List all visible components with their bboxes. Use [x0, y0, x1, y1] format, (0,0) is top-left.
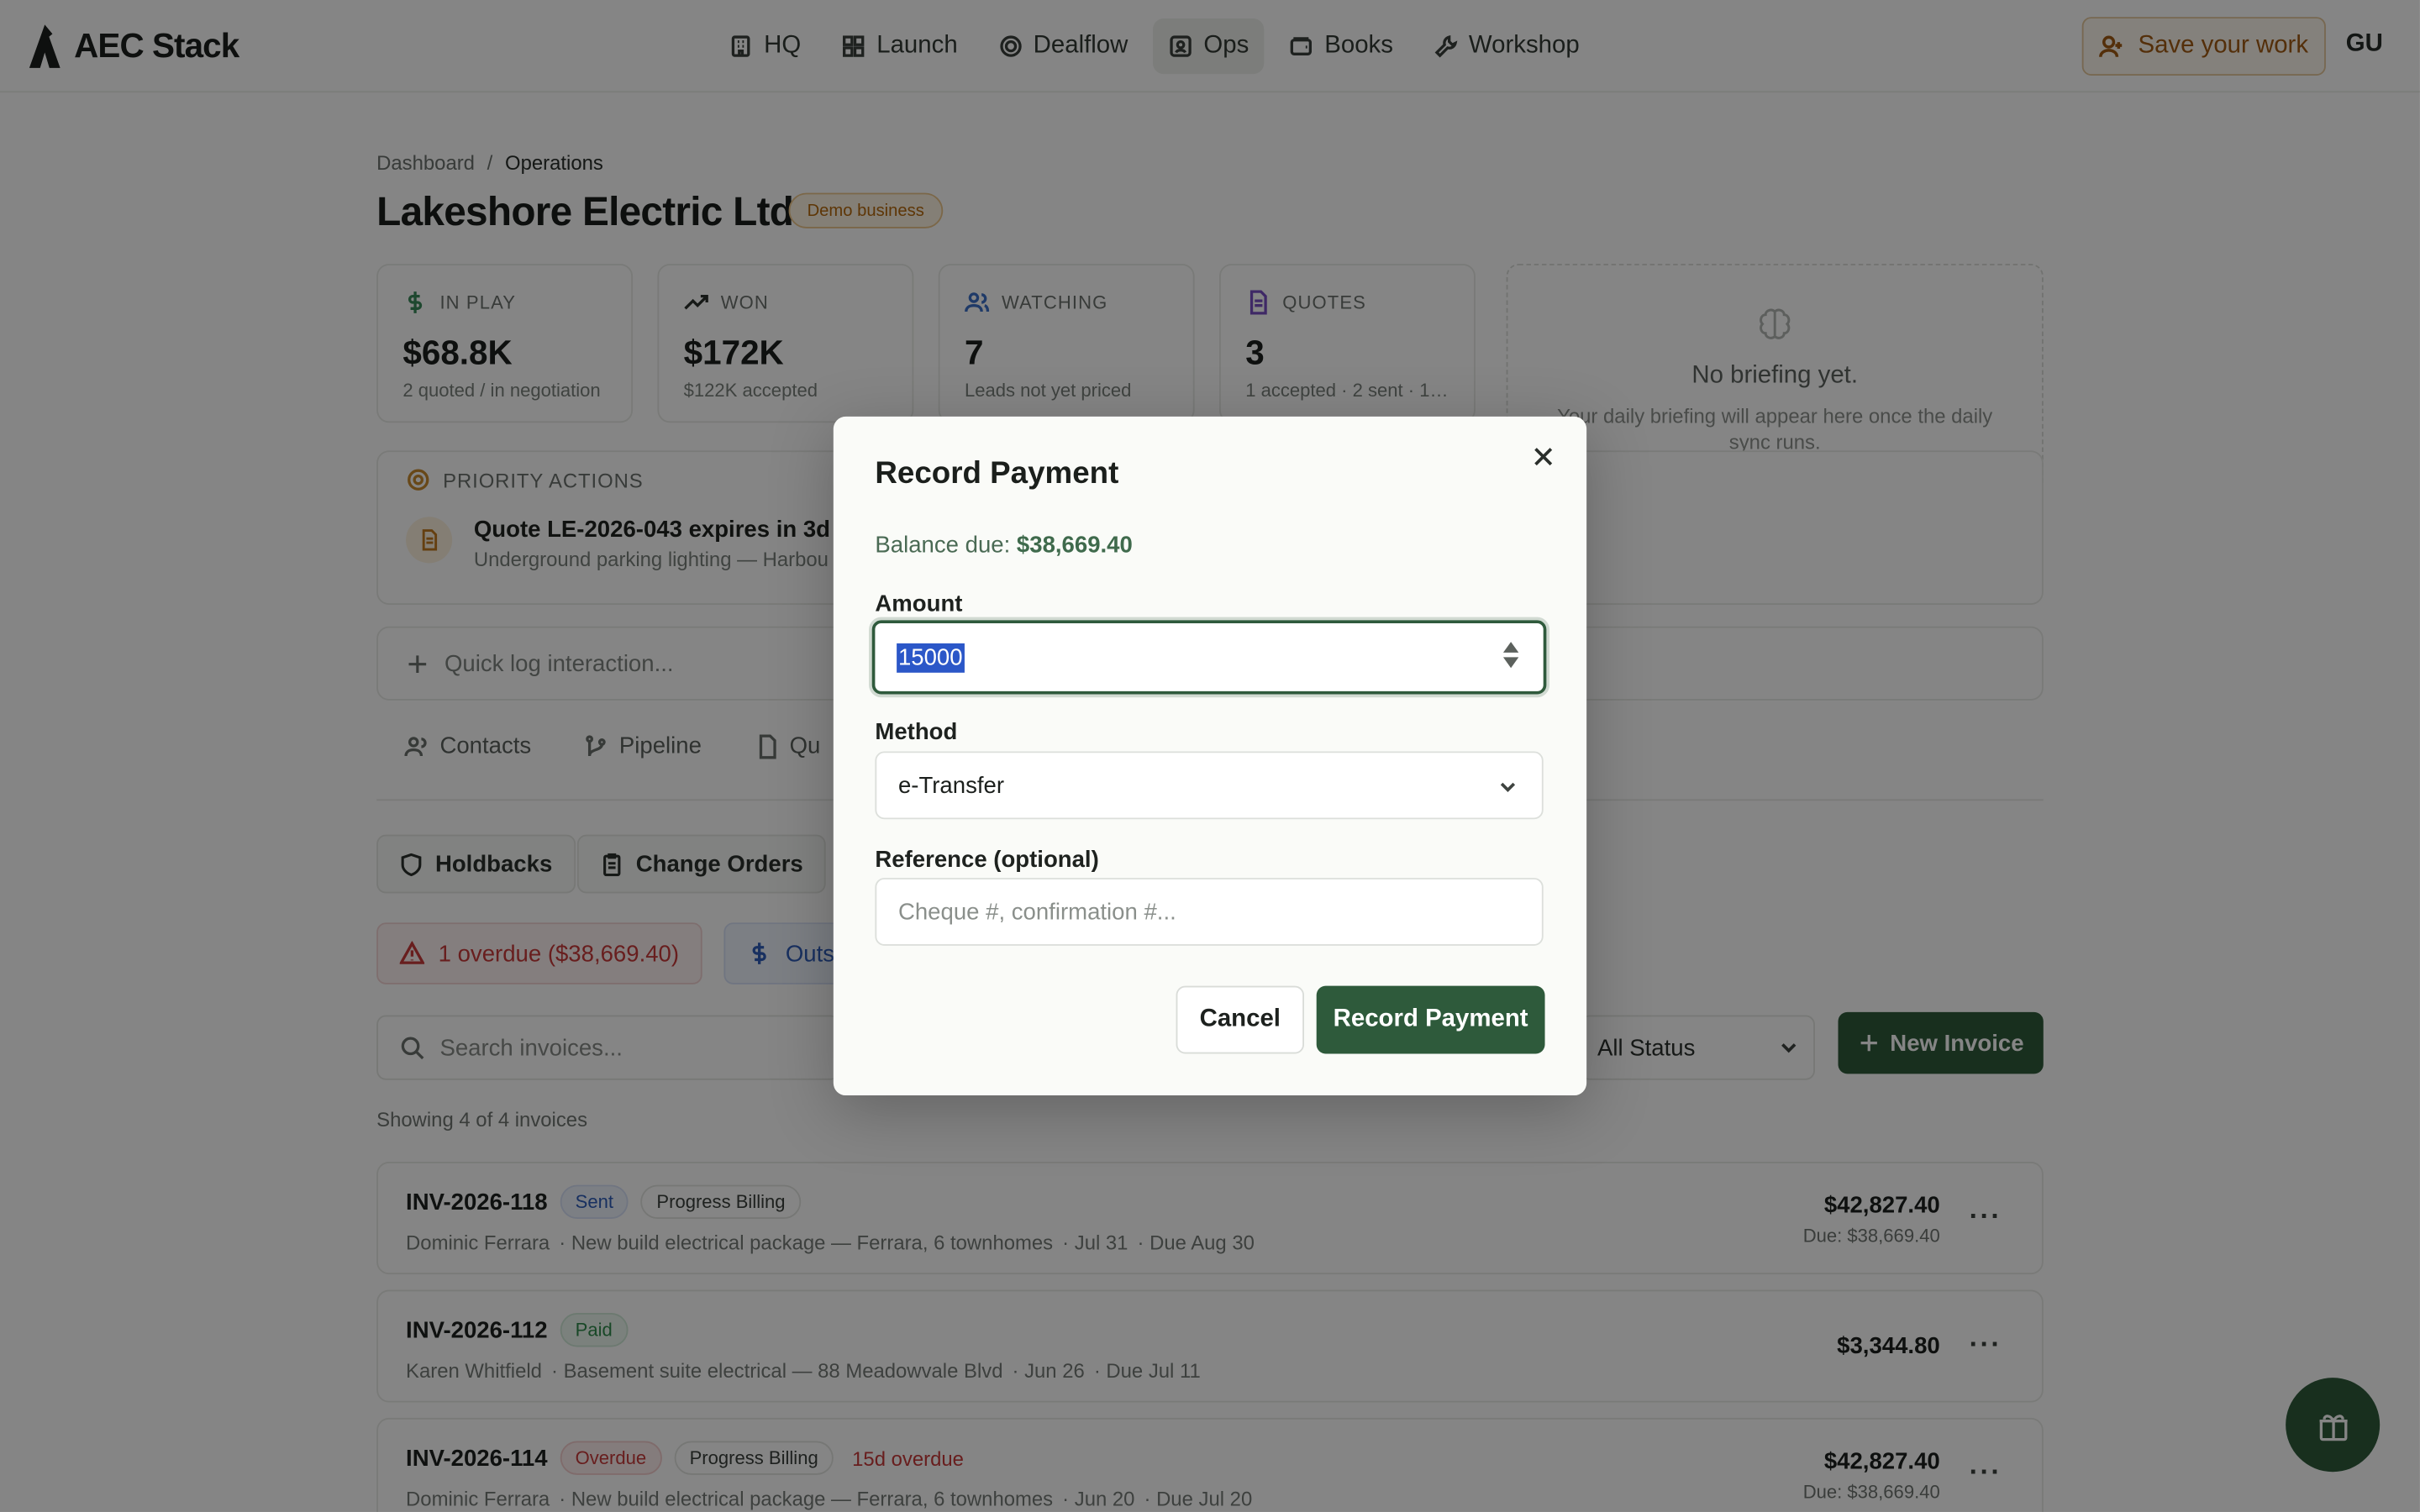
number-spinner-icon[interactable]	[1502, 642, 1519, 669]
method-value: e-Transfer	[897, 772, 1005, 799]
balance-due-value: $38,669.40	[1016, 532, 1133, 559]
record-payment-button[interactable]: Record Payment	[1316, 985, 1545, 1054]
amount-value: 15000	[897, 642, 965, 672]
cancel-button[interactable]: Cancel	[1176, 985, 1305, 1054]
reference-placeholder: Cheque #, confirmation #...	[897, 898, 1176, 926]
record-payment-dialog: Record Payment Balance due: $38,669.40 A…	[833, 416, 1587, 1096]
balance-due-label: Balance due:	[875, 532, 1011, 559]
reference-input[interactable]: Cheque #, confirmation #...	[875, 878, 1544, 946]
method-label: Method	[875, 718, 958, 746]
balance-due: Balance due: $38,669.40	[875, 533, 1132, 559]
close-icon[interactable]	[1531, 444, 1555, 469]
method-select[interactable]: e-Transfer	[875, 751, 1544, 820]
amount-input[interactable]: 15000	[871, 620, 1547, 695]
chevron-down-icon	[1498, 776, 1517, 795]
reference-label: Reference (optional)	[875, 847, 1099, 874]
dialog-title: Record Payment	[875, 456, 1119, 491]
app-page: AEC Stack HQ Launch Dealflow Ops Books W…	[0, 0, 2420, 1512]
amount-label: Amount	[875, 591, 963, 617]
